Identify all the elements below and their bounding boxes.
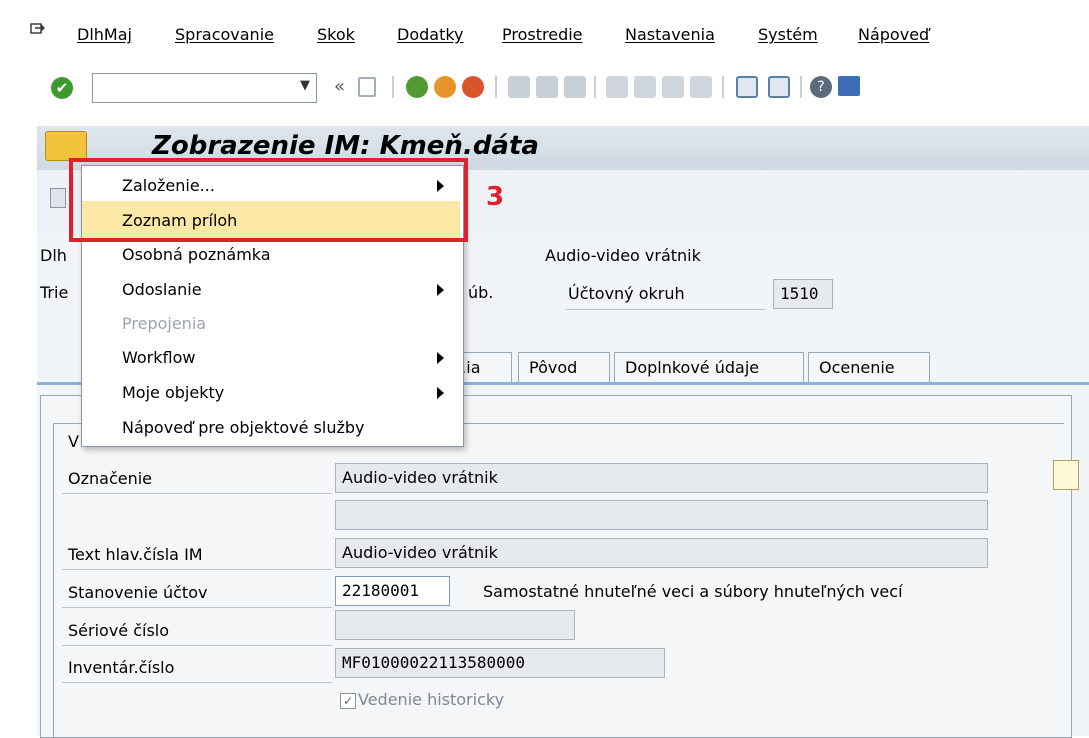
toolbar-separator	[722, 76, 724, 98]
menu-icon[interactable]	[30, 22, 46, 36]
menu-item-napoved-objektove-sluzby[interactable]: Nápoveď pre objektové služby	[122, 418, 365, 437]
new-session-icon[interactable]	[736, 76, 758, 98]
annotation-red-box	[69, 158, 468, 242]
tab-povod[interactable]: Pôvod	[518, 352, 610, 382]
label-underline	[565, 309, 765, 310]
shortcut-icon[interactable]	[768, 76, 790, 98]
submenu-arrow-icon	[437, 284, 444, 296]
oznacenie-field-2[interactable]	[335, 500, 988, 530]
stanovenie-field[interactable]: 22180001	[335, 576, 450, 606]
label-underline	[62, 493, 332, 494]
find-next-icon[interactable]	[564, 76, 586, 98]
toolbar-separator	[392, 76, 394, 98]
first-page-icon[interactable]	[606, 76, 628, 98]
inventar-field[interactable]: MF01000022113580000	[335, 648, 665, 678]
toolbar-separator	[594, 76, 596, 98]
text-hlav-field[interactable]: Audio-video vrátnik	[335, 538, 988, 568]
company-code-label: Účtovný okruh	[568, 284, 685, 303]
back-icon[interactable]	[406, 76, 428, 98]
stanovenie-description: Samostatné hnuteľné veci a súbory hnuteľ…	[483, 582, 903, 601]
class-label-fragment: Trie	[40, 283, 69, 302]
oznacenie-label: Označenie	[68, 469, 153, 488]
menu-item-prepojenia: Prepojenia	[122, 314, 207, 333]
tab-doplnkove-udaje[interactable]: Doplnkové údaje	[614, 352, 804, 382]
menu-item-workflow[interactable]: Workflow	[122, 348, 195, 367]
label-underline	[62, 569, 332, 570]
sub-label-fragment: úb.	[468, 283, 494, 302]
last-page-icon[interactable]	[690, 76, 712, 98]
submenu-arrow-icon	[437, 387, 444, 399]
text-hlav-label: Text hlav.čísla IM	[68, 545, 203, 564]
document-icon[interactable]	[50, 188, 66, 208]
oznacenie-field[interactable]: Audio-video vrátnik	[335, 463, 988, 493]
layout-icon[interactable]	[838, 76, 860, 96]
menu-item-moje-objekty[interactable]: Moje objekty	[122, 383, 224, 402]
menu-nastavenia[interactable]: Nastavenia	[625, 25, 715, 44]
chevron-down-icon[interactable]: ▼	[300, 78, 310, 93]
next-page-icon[interactable]	[662, 76, 684, 98]
long-text-icon[interactable]	[1053, 460, 1079, 490]
menu-dodatky[interactable]: Dodatky	[397, 25, 464, 44]
toolbar-separator	[495, 76, 497, 98]
vedenie-checkbox[interactable]: ✓	[340, 693, 356, 709]
annotation-step-number: 3	[486, 182, 505, 212]
seriove-field[interactable]	[335, 610, 575, 640]
asset-description: Audio-video vrátnik	[545, 246, 701, 265]
company-code-field[interactable]: 1510	[773, 279, 833, 309]
enter-check-icon[interactable]: ✔	[51, 77, 73, 99]
menu-dlhmaj[interactable]: DlhMaj	[77, 25, 132, 44]
print-icon[interactable]	[508, 76, 530, 98]
asset-label-fragment: Dlh	[40, 246, 67, 265]
menu-item-odoslanie[interactable]: Odoslanie	[122, 280, 202, 299]
toolbar-separator	[800, 76, 802, 98]
submenu-arrow-icon	[437, 352, 444, 364]
menu-system[interactable]: Systém	[758, 25, 818, 44]
menu-item-osobna-poznamka[interactable]: Osobná poznámka	[122, 245, 271, 264]
menu-skok[interactable]: Skok	[317, 25, 355, 44]
cancel-icon[interactable]	[462, 76, 484, 98]
help-icon[interactable]: ?	[810, 76, 832, 98]
vedenie-label: Vedenie historicky	[358, 690, 505, 709]
find-icon[interactable]	[536, 76, 558, 98]
menu-napoved[interactable]: Nápoveď	[858, 25, 929, 44]
prev-page-icon[interactable]	[634, 76, 656, 98]
seriove-label: Sériové číslo	[68, 621, 170, 640]
label-underline	[62, 645, 332, 646]
menu-bar: DlhMaj Spracovanie Skok Dodatky Prostred…	[0, 0, 1089, 44]
object-services-icon[interactable]	[45, 131, 87, 161]
stanovenie-label: Stanovenie účtov	[68, 583, 208, 602]
tab-ocenenie[interactable]: Ocenenie	[808, 352, 930, 382]
command-field[interactable]: ▼	[92, 73, 317, 103]
inventar-label: Inventár.číslo	[68, 658, 175, 677]
menu-spracovanie[interactable]: Spracovanie	[175, 25, 274, 44]
save-icon[interactable]	[358, 77, 376, 97]
label-underline	[62, 607, 332, 608]
label-underline	[62, 682, 332, 683]
exit-icon[interactable]	[434, 76, 456, 98]
collapse-icon[interactable]: «	[334, 76, 345, 97]
page-title: Zobrazenie IM: Kmeň.dáta	[152, 131, 539, 161]
group-title-fragment: V	[68, 432, 79, 451]
menu-prostredie[interactable]: Prostredie	[502, 25, 583, 44]
